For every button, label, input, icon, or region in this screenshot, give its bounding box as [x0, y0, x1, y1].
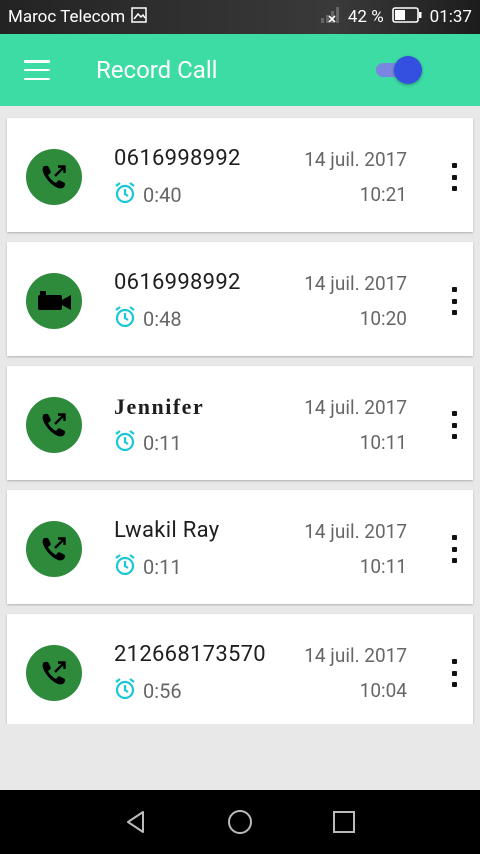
- recording-duration: 0:48: [143, 307, 182, 331]
- recording-item[interactable]: Jennifer 0:11 14 juil. 2017 10:11: [7, 366, 473, 480]
- back-icon[interactable]: [118, 804, 154, 840]
- more-vert-icon[interactable]: [447, 659, 461, 687]
- recording-date: 14 juil. 2017: [304, 272, 407, 295]
- recording-time: 10:11: [359, 431, 407, 454]
- status-icons: 42 % 01:37: [320, 6, 472, 29]
- alarm-clock-icon: [113, 677, 137, 705]
- recording-duration: 0:11: [143, 431, 182, 455]
- recording-time: 10:21: [359, 183, 407, 206]
- recording-duration: 0:40: [143, 183, 182, 207]
- recording-duration: 0:11: [143, 555, 182, 579]
- contact-name: 0616998992: [114, 146, 241, 171]
- recording-date: 14 juil. 2017: [304, 148, 407, 171]
- recording-date: 14 juil. 2017: [304, 644, 407, 667]
- contact-name: 212668173570: [114, 642, 266, 667]
- more-vert-icon[interactable]: [447, 287, 461, 315]
- duration-row: 0:11: [113, 429, 182, 457]
- contact-name: Lwakil Ray: [114, 518, 220, 543]
- outgoing-call-icon: [26, 521, 82, 577]
- recording-item[interactable]: Lwakil Ray 0:11 14 juil. 2017 10:11: [7, 490, 473, 604]
- menu-icon[interactable]: [24, 60, 50, 80]
- video-camera-icon: [26, 273, 82, 329]
- battery-icon: [391, 6, 422, 28]
- image-notification-icon: [131, 6, 147, 28]
- recording-item[interactable]: 0616998992 0:40 14 juil. 2017 10:21: [7, 118, 473, 232]
- more-vert-icon[interactable]: [447, 535, 461, 563]
- home-icon[interactable]: [222, 804, 258, 840]
- clock-time: 01:37: [429, 7, 472, 27]
- carrier-group: Maroc Telecom: [8, 6, 147, 28]
- outgoing-call-icon: [26, 397, 82, 453]
- duration-row: 0:56: [113, 677, 182, 705]
- record-toggle-switch[interactable]: [376, 56, 424, 84]
- recent-apps-icon[interactable]: [326, 804, 362, 840]
- alarm-clock-icon: [113, 181, 137, 209]
- contact-name: Jennifer: [114, 394, 205, 419]
- alarm-clock-icon: [113, 305, 137, 333]
- battery-percent: 42 %: [347, 7, 384, 27]
- outgoing-call-icon: [26, 149, 82, 205]
- carrier-name: Maroc Telecom: [8, 7, 126, 27]
- alarm-clock-icon: [113, 429, 137, 457]
- more-vert-icon[interactable]: [447, 411, 461, 439]
- status-bar: Maroc Telecom 42 % 01:37: [0, 0, 480, 34]
- duration-row: 0:40: [113, 181, 182, 209]
- app-bar: Record Call: [0, 34, 480, 106]
- recording-time: 10:11: [359, 555, 407, 578]
- recording-time: 10:04: [359, 679, 407, 702]
- duration-row: 0:11: [113, 553, 182, 581]
- recording-date: 14 juil. 2017: [304, 396, 407, 419]
- more-vert-icon[interactable]: [447, 163, 461, 191]
- duration-row: 0:48: [113, 305, 182, 333]
- outgoing-call-icon: [26, 645, 82, 701]
- contact-name: 0616998992: [114, 270, 241, 295]
- recording-item[interactable]: 212668173570 0:56 14 juil. 2017 10:04: [7, 614, 473, 724]
- recording-date: 14 juil. 2017: [304, 520, 407, 543]
- recordings-list[interactable]: 0616998992 0:40 14 juil. 2017 10:21 0616…: [0, 106, 480, 724]
- toggle-knob: [394, 56, 422, 84]
- signal-no-service-icon: [320, 6, 340, 29]
- alarm-clock-icon: [113, 553, 137, 581]
- navigation-bar: [0, 790, 480, 854]
- recording-duration: 0:56: [143, 679, 182, 703]
- app-title: Record Call: [96, 56, 218, 84]
- recording-time: 10:20: [359, 307, 407, 330]
- recording-item[interactable]: 0616998992 0:48 14 juil. 2017 10:20: [7, 242, 473, 356]
